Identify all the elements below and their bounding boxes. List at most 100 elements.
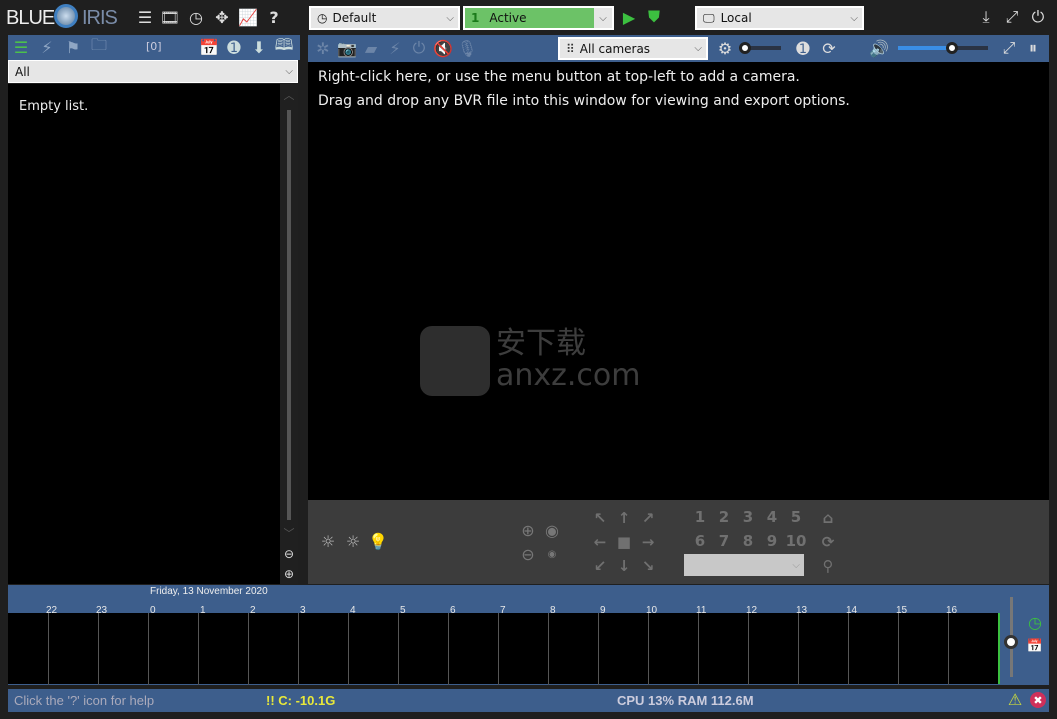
arrow-left-icon[interactable]: ← [590, 532, 610, 552]
timeline-hour-label: 12 [746, 605, 758, 616]
scroll-up-icon[interactable]: ︿ [280, 86, 298, 104]
chart-icon[interactable]: 📈 [237, 6, 259, 28]
timeline-hour-label: 8 [550, 605, 556, 616]
scroll-track[interactable] [287, 110, 291, 520]
clip-icon[interactable]: 🎞 [159, 6, 181, 28]
clips-icon[interactable]: ☰ [10, 36, 32, 58]
arrow-down-icon[interactable]: ⬇ [248, 36, 270, 58]
mute-icon[interactable]: 🔇 [432, 37, 454, 59]
camera-group-select[interactable]: ⠿ All cameras ⌵ [558, 37, 708, 60]
arrow-right-icon[interactable]: → [638, 532, 658, 552]
timeline-hour-label: 22 [46, 605, 58, 616]
camera-view[interactable]: Right-click here, or use the menu button… [308, 62, 1049, 500]
timeline-track[interactable] [8, 613, 998, 684]
zoom-in-icon[interactable]: ⊕ [280, 565, 298, 583]
focus-small-icon[interactable]: ◉ [542, 544, 562, 564]
move-icon[interactable]: ✥ [211, 6, 233, 28]
help-icon[interactable]: ? [263, 6, 285, 28]
pause-icon[interactable]: ⏸ [1022, 37, 1044, 59]
arrow-up-right-icon[interactable]: ↗ [638, 508, 658, 528]
clip-list-scrollbar[interactable]: ︿ ﹀ ⊖ ⊕ [280, 84, 298, 584]
play-icon[interactable]: ▶ [619, 6, 639, 28]
ir-light-icon[interactable]: 💡 [368, 530, 388, 552]
calendar-icon[interactable]: 📅 [1026, 637, 1044, 655]
shield-icon[interactable]: ⛊ [644, 6, 664, 28]
timeline-hour-line [348, 613, 349, 685]
preset-button[interactable]: 2 [712, 508, 736, 526]
zoom-out-icon[interactable]: ⊖ [518, 544, 538, 564]
arrow-down-left-icon[interactable]: ↙ [590, 556, 610, 576]
preset-button[interactable]: 1 [688, 508, 712, 526]
list-icon[interactable]: ☰ [134, 6, 156, 28]
download-icon[interactable]: ⤓ [975, 6, 997, 28]
camera-toolbar: ✲ 📷 ▰ ⚡ ⏻ 🔇 🎙 ⠿ All cameras ⌵ ⚙ ➊ ⟳ 🔊 ⤢ … [308, 35, 1049, 62]
timeline-hour-label: 9 [600, 605, 606, 616]
clock-icon[interactable]: ◷ [185, 6, 207, 28]
timeline-hour-label: 6 [450, 605, 456, 616]
timeline-now-marker [998, 613, 1000, 684]
server-select[interactable]: 🖵 Local ⌵ [695, 6, 864, 30]
disk-warning[interactable]: !! C: -10.1G [266, 693, 335, 708]
clip-list[interactable]: Empty list. [8, 84, 280, 584]
preset-button[interactable]: 3 [736, 508, 760, 526]
preset-button[interactable]: 10 [784, 532, 808, 550]
location-pin-icon[interactable]: ⚲ [818, 556, 838, 576]
chevron-down-icon: ⌵ [694, 43, 702, 54]
warning-icon[interactable]: ⚠ [1006, 691, 1024, 709]
brightness-slider[interactable] [739, 42, 781, 54]
performance-stats: CPU 13% RAM 112.6M [617, 693, 754, 708]
flag-icon[interactable]: ⚑ [62, 36, 84, 58]
focus-icon[interactable]: ◉ [542, 520, 562, 540]
timeline-zoom-slider[interactable] [1004, 597, 1018, 677]
timeline-hour-label: 7 [500, 605, 506, 616]
microphone-icon[interactable]: 🎙 [456, 37, 478, 59]
preset-button[interactable]: 7 [712, 532, 736, 550]
trigger-icon[interactable]: ⚡ [384, 37, 406, 59]
arrow-down-right-icon[interactable]: ↘ [638, 556, 658, 576]
fullscreen-icon[interactable]: ⤢ [998, 37, 1020, 59]
map-icon[interactable]: 🕮 [273, 35, 295, 58]
gear-icon[interactable]: ✲ [312, 37, 334, 59]
preset-button[interactable]: 9 [760, 532, 784, 550]
contrast-icon[interactable]: ☼ [343, 530, 363, 552]
speaker-icon[interactable]: 🔊 [868, 37, 890, 59]
volume-slider[interactable] [898, 42, 988, 54]
zoom-out-icon[interactable]: ⊖ [280, 545, 298, 563]
power-icon[interactable]: ⏻ [408, 37, 430, 59]
home-icon[interactable]: ⌂ [818, 508, 838, 528]
stop-icon[interactable]: ■ [614, 532, 634, 552]
refresh-icon[interactable]: ⟳ [818, 37, 840, 59]
brightness-icon[interactable]: ☼ [318, 530, 338, 552]
alerts-icon[interactable]: ⚡ [36, 36, 58, 58]
clip-filter-select[interactable]: All ⌵ [8, 60, 298, 83]
fullscreen-icon[interactable]: ⤢ [1001, 6, 1023, 28]
refresh-icon[interactable]: ⟳ [818, 532, 838, 552]
preset-row-2: 6 7 8 9 10 [688, 532, 808, 550]
power-icon[interactable]: ⏻ [1027, 6, 1049, 28]
timeline[interactable]: Friday, 13 November 2020 ◷ 📅 22 23 0 1 2 3 4 5 6… [8, 585, 1049, 685]
zoom-in-icon[interactable]: ⊕ [518, 520, 538, 540]
folder-icon[interactable]: 🗀 [88, 35, 110, 58]
snapshot-icon[interactable]: 📷 [336, 37, 358, 59]
record-icon[interactable]: ▰ [360, 37, 382, 59]
preset-button[interactable]: 6 [688, 532, 712, 550]
preset-button[interactable]: 4 [760, 508, 784, 526]
timeline-hour-line [648, 613, 649, 685]
preset-select[interactable]: ⌵ [684, 554, 804, 576]
profile-select[interactable]: ◷ Default ⌵ [309, 6, 460, 30]
arrow-up-icon[interactable]: ↑ [614, 508, 634, 528]
schedule-select[interactable]: 1 Active ⌵ [463, 6, 614, 30]
timeline-hour-line [198, 613, 199, 685]
camera-badge-icon[interactable]: ➊ [223, 36, 245, 58]
preset-button[interactable]: 8 [736, 532, 760, 550]
timeline-hour-line [298, 613, 299, 685]
calendar-icon[interactable]: 📅 [198, 36, 220, 58]
clock-icon[interactable]: ◷ [1026, 613, 1044, 632]
scroll-down-icon[interactable]: ﹀ [280, 524, 298, 542]
arrow-down-icon[interactable]: ↓ [614, 556, 634, 576]
camera-badge-icon[interactable]: ➊ [792, 37, 814, 59]
arrow-up-left-icon[interactable]: ↖ [590, 508, 610, 528]
preset-button[interactable]: 5 [784, 508, 808, 526]
error-icon[interactable]: ✖ [1030, 692, 1046, 708]
gear-icon[interactable]: ⚙ [714, 37, 736, 59]
